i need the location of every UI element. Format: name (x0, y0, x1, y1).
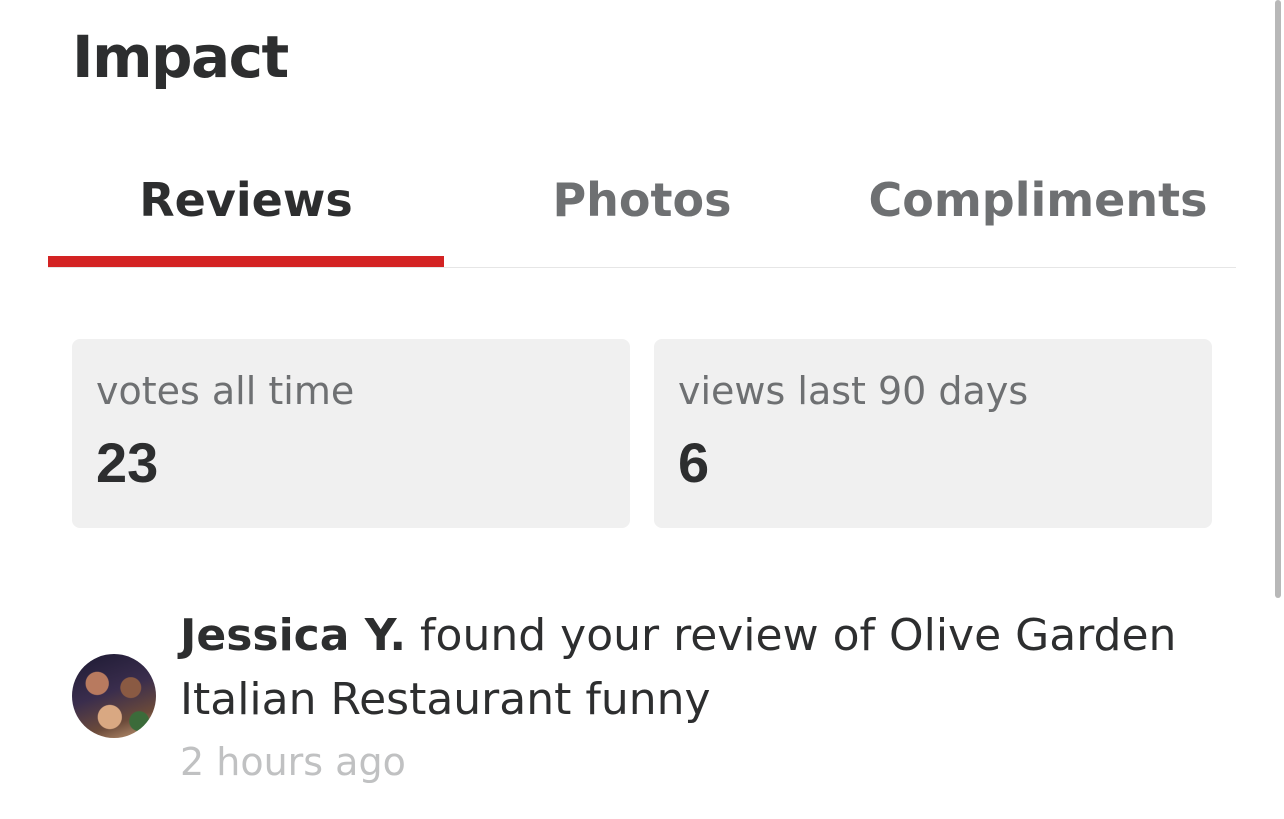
activity-item[interactable]: Jessica Y. found your review of Olive Ga… (72, 604, 1212, 792)
tab-compliments[interactable]: Compliments (840, 150, 1236, 266)
tab-label: Compliments (868, 173, 1208, 227)
tab-reviews[interactable]: Reviews (48, 150, 444, 267)
activity-body: Jessica Y. found your review of Olive Ga… (180, 604, 1212, 792)
stat-label: views last 90 days (678, 369, 1029, 413)
scrollbar[interactable] (1275, 0, 1281, 598)
activity-text: Jessica Y. found your review of Olive Ga… (180, 604, 1212, 732)
tab-photos[interactable]: Photos (444, 150, 840, 266)
activity-user-name[interactable]: Jessica Y. (180, 610, 406, 661)
stat-card-views: views last 90 days 6 (654, 339, 1212, 528)
stat-label: votes all time (96, 369, 355, 413)
stats-section: votes all time 23 views last 90 days 6 (72, 339, 1212, 528)
stat-value: 6 (678, 431, 710, 494)
avatar[interactable] (72, 654, 156, 738)
stat-value: 23 (96, 431, 159, 494)
page-title: Impact (72, 23, 289, 91)
tab-label: Photos (552, 173, 732, 227)
tab-label: Reviews (139, 173, 353, 227)
activity-timestamp: 2 hours ago (180, 740, 406, 784)
stat-card-votes: votes all time 23 (72, 339, 630, 528)
tab-bar: Reviews Photos Compliments (48, 150, 1236, 268)
